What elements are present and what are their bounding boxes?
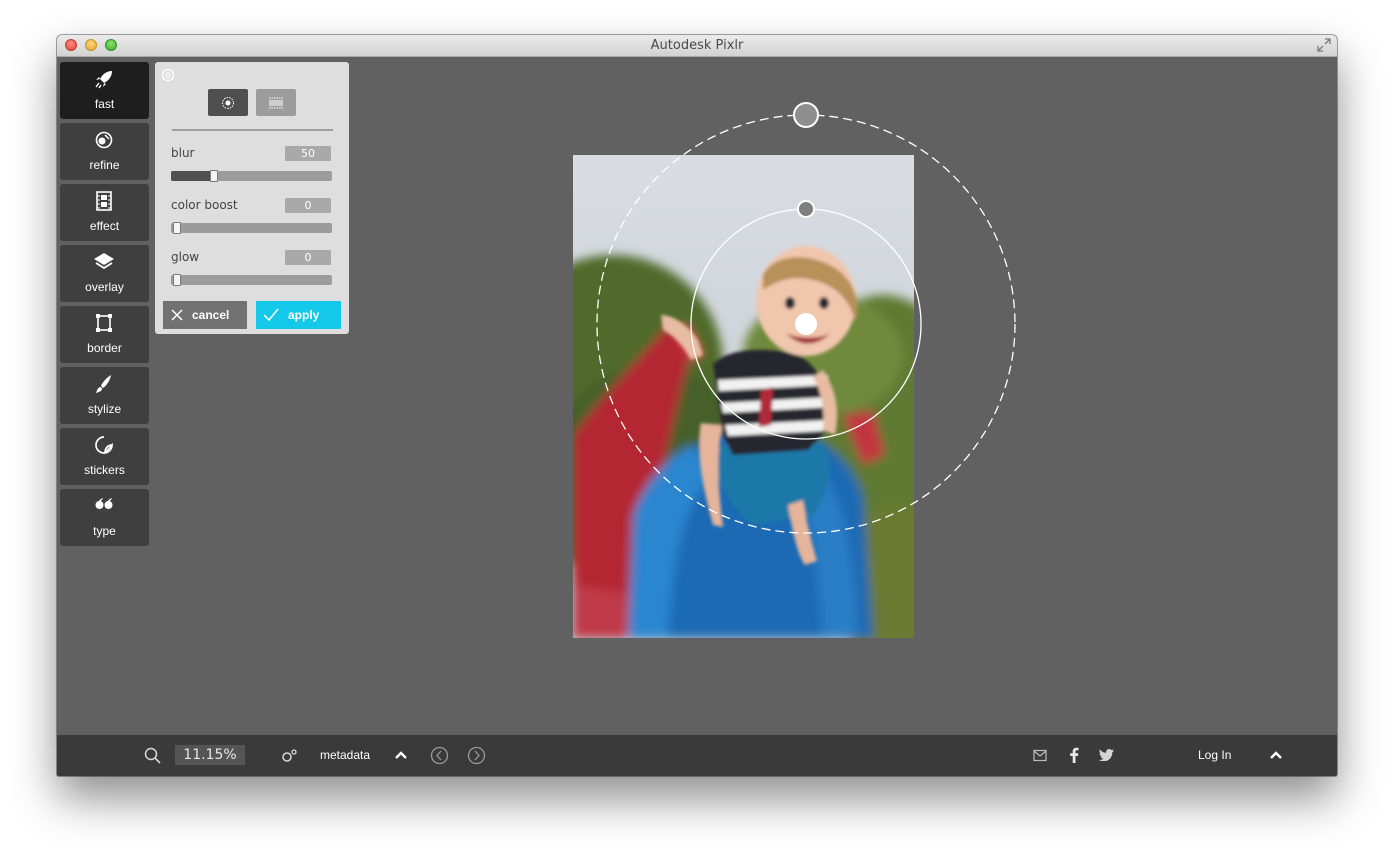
- metadata-label[interactable]: metadata: [320, 748, 370, 762]
- app-window: Autodesk Pixlr fast refine effect overla…: [57, 35, 1337, 776]
- email-icon[interactable]: [1033, 749, 1047, 762]
- outer-ring-handle[interactable]: [793, 102, 819, 128]
- focus-center-handle[interactable]: [795, 313, 817, 335]
- focus-overlay: [596, 102, 1016, 534]
- bottom-bar: 11.15% metadata Log In: [57, 735, 1337, 776]
- zoom-level[interactable]: 11.15%: [175, 745, 245, 765]
- previous-icon[interactable]: [430, 746, 449, 765]
- chevron-up-icon[interactable]: [395, 750, 407, 760]
- next-icon[interactable]: [467, 746, 486, 765]
- search-icon[interactable]: [144, 747, 162, 765]
- inner-ring-handle[interactable]: [797, 200, 815, 218]
- metadata-icon[interactable]: [281, 748, 297, 764]
- login-link[interactable]: Log In: [1198, 748, 1231, 762]
- expand-up-icon[interactable]: [1270, 750, 1282, 760]
- facebook-icon[interactable]: [1069, 747, 1079, 763]
- twitter-icon[interactable]: [1099, 749, 1114, 761]
